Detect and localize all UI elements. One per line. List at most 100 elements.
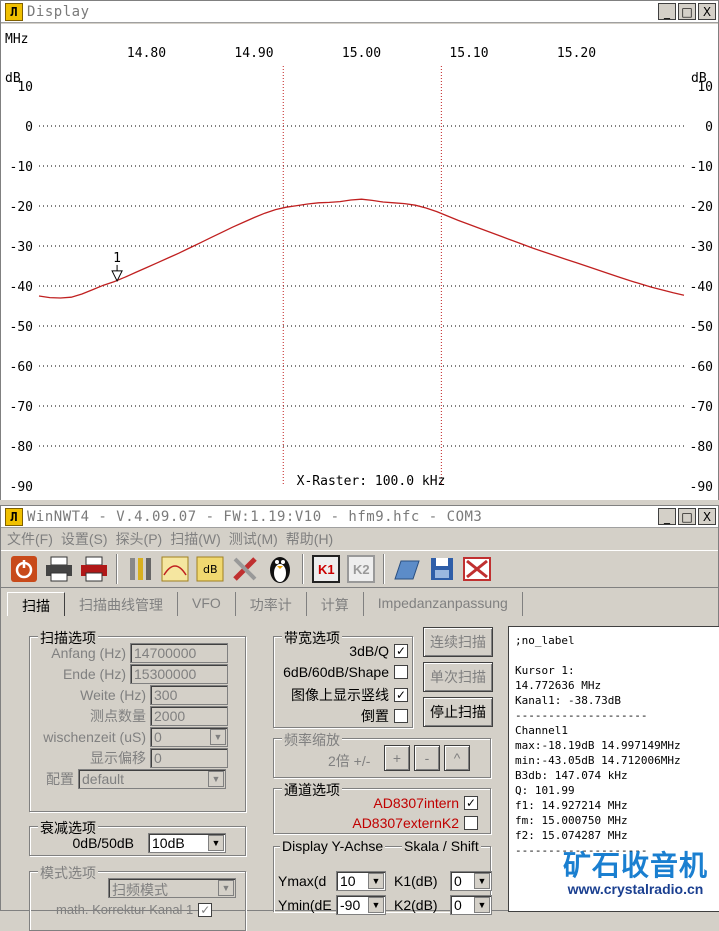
menu-help[interactable]: 帮助(H) bbox=[286, 529, 333, 549]
points-label: 测点数量 bbox=[90, 708, 146, 724]
db-button[interactable]: dB bbox=[195, 554, 225, 584]
step-width-input[interactable]: 300 bbox=[150, 685, 228, 705]
y-tick-label-right: -70 bbox=[690, 400, 713, 415]
open-button[interactable] bbox=[392, 554, 422, 584]
offset-input[interactable]: 0 bbox=[150, 748, 228, 768]
info-line: ;no_label bbox=[515, 634, 575, 647]
chevron-down-icon: ▼ bbox=[474, 873, 490, 889]
chevron-down-icon: ▼ bbox=[368, 873, 384, 889]
math-correction-checkbox[interactable]: ✓ bbox=[198, 902, 213, 917]
x-tick-label: 15.10 bbox=[449, 46, 488, 61]
delete-button[interactable] bbox=[462, 554, 492, 584]
tab-impedance-matching[interactable]: Impedanzanpassung bbox=[364, 592, 523, 616]
penguin-button[interactable] bbox=[265, 554, 295, 584]
channel1-label: AD8307intern bbox=[373, 795, 459, 811]
menu-test[interactable]: 测试(M) bbox=[229, 529, 278, 549]
main-titlebar[interactable]: Л WinNWT4 - V.4.09.07 - FW:1.19:V10 - hf… bbox=[1, 506, 718, 528]
folder-open-icon bbox=[394, 560, 420, 580]
channel-title: 通道选项 bbox=[282, 780, 342, 800]
sweep-curve-button[interactable] bbox=[160, 554, 190, 584]
channel-group: 通道选项 AD8307intern ✓ AD8307externK2 bbox=[273, 780, 491, 834]
tab-sweep[interactable]: 扫描 bbox=[7, 592, 65, 616]
continuous-scan-button[interactable]: 连续扫描 bbox=[423, 627, 493, 657]
close-button[interactable]: X bbox=[698, 3, 716, 20]
width-label: Weite (Hz) bbox=[80, 687, 146, 703]
zoom-plus-button[interactable]: + bbox=[384, 745, 410, 771]
opt-vertical-lines-checkbox[interactable]: ✓ bbox=[394, 688, 408, 702]
zoom-minus-button[interactable]: - bbox=[414, 745, 440, 771]
opt-shape-checkbox[interactable] bbox=[394, 665, 408, 679]
stop-scan-button[interactable]: 停止扫描 bbox=[423, 697, 493, 727]
info-line: B3db: 147.074 kHz bbox=[515, 769, 628, 782]
y-tick-label-left: -30 bbox=[10, 240, 33, 255]
y-tick-label-left: -90 bbox=[10, 480, 33, 495]
tools-button[interactable] bbox=[125, 554, 155, 584]
scan-options-group: 扫描选项 Anfang (Hz) 14700000 Ende (Hz) 1530… bbox=[29, 628, 246, 812]
ymax-select[interactable]: 10 ▼ bbox=[336, 871, 386, 891]
k1-button[interactable]: K1 bbox=[311, 554, 341, 584]
minimize-button[interactable]: _ bbox=[658, 3, 676, 20]
opt-invert-checkbox[interactable] bbox=[394, 709, 408, 723]
x-tick-label: 15.00 bbox=[342, 46, 381, 61]
toolbar-separator bbox=[383, 554, 385, 584]
tab-vfo[interactable]: VFO bbox=[178, 592, 236, 616]
print-color-button[interactable] bbox=[79, 554, 109, 584]
k1-shift-select[interactable]: 0 ▼ bbox=[450, 871, 492, 891]
menu-probe[interactable]: 探头(P) bbox=[116, 529, 163, 549]
scale-shift-title: Skala / Shift bbox=[402, 838, 481, 854]
display-titlebar[interactable]: Л Display _ □ X bbox=[1, 1, 718, 23]
app-logo-icon: Л bbox=[5, 2, 23, 21]
maximize-button[interactable]: □ bbox=[678, 3, 696, 20]
tab-curve-management[interactable]: 扫描曲线管理 bbox=[65, 592, 178, 616]
y-tick-label-right: -20 bbox=[690, 200, 713, 215]
y-tick-label-left: -80 bbox=[10, 440, 33, 455]
power-button[interactable] bbox=[9, 554, 39, 584]
maximize-button[interactable]: □ bbox=[678, 508, 696, 525]
bandwidth-title: 带宽选项 bbox=[282, 628, 342, 648]
mode-value: 扫频模式 bbox=[112, 882, 168, 898]
attenuation-select[interactable]: 10dB ▼ bbox=[148, 833, 226, 853]
sweep-plot[interactable]: 10 10 0 0 -10 -10 -20 -20 -30 -30 -40 -40 -50 -50 -60-… bbox=[1, 24, 718, 500]
print-button[interactable] bbox=[44, 554, 74, 584]
chevron-down-icon: ▼ bbox=[208, 835, 224, 851]
menu-settings[interactable]: 设置(S) bbox=[61, 529, 108, 549]
start-frequency-input[interactable]: 14700000 bbox=[130, 643, 228, 663]
y-unit-label-right: dB bbox=[691, 71, 707, 86]
ymin-select[interactable]: -90 ▼ bbox=[336, 895, 386, 915]
menu-sweep[interactable]: 扫描(W) bbox=[170, 529, 221, 549]
opt-3db-checkbox[interactable]: ✓ bbox=[394, 644, 408, 658]
tab-bar: 扫描 扫描曲线管理 VFO 功率计 计算 Impedanzanpassung bbox=[7, 592, 523, 616]
k1-shift-value: 0 bbox=[454, 873, 462, 889]
opt-invert-label: 倒置 bbox=[361, 708, 389, 724]
points-input[interactable]: 2000 bbox=[150, 706, 228, 726]
menu-file[interactable]: 文件(F) bbox=[7, 529, 53, 549]
close-button[interactable]: X bbox=[698, 508, 716, 525]
minimize-button[interactable]: _ bbox=[658, 508, 676, 525]
end-frequency-input[interactable]: 15300000 bbox=[130, 664, 228, 684]
ymax-label: Ymax(d bbox=[278, 873, 327, 889]
channel2-checkbox[interactable] bbox=[464, 816, 478, 830]
attenuation-group: 衰减选项 0dB/50dB 10dB ▼ bbox=[29, 818, 246, 856]
tab-power-meter[interactable]: 功率计 bbox=[236, 592, 307, 616]
info-line: Channel1 bbox=[515, 724, 568, 737]
x-tick-label: 14.90 bbox=[234, 46, 273, 61]
single-scan-button[interactable]: 单次扫描 bbox=[423, 662, 493, 692]
start-label: Anfang (Hz) bbox=[51, 645, 126, 661]
k2-shift-select[interactable]: 0 ▼ bbox=[450, 895, 492, 915]
opt-3db-label: 3dB/Q bbox=[349, 643, 389, 659]
save-icon bbox=[431, 558, 453, 580]
zoom-center-button[interactable]: ^ bbox=[444, 745, 470, 771]
k1-shift-label: K1(dB) bbox=[394, 873, 438, 889]
main-title: WinNWT4 - V.4.09.07 - FW:1.19:V10 - hfm9… bbox=[27, 508, 483, 525]
k2-button[interactable]: K2 bbox=[346, 554, 376, 584]
wrench-button[interactable] bbox=[230, 554, 260, 584]
chevron-down-icon: ▼ bbox=[218, 880, 234, 896]
mode-select[interactable]: 扫频模式 ▼ bbox=[108, 878, 236, 898]
save-button[interactable] bbox=[427, 554, 457, 584]
wait-time-select[interactable]: 0 ▼ bbox=[150, 727, 228, 747]
channel1-checkbox[interactable]: ✓ bbox=[464, 796, 478, 810]
config-select[interactable]: default ▼ bbox=[78, 769, 226, 789]
penguin-icon bbox=[270, 557, 290, 583]
tab-calculate[interactable]: 计算 bbox=[307, 592, 364, 616]
y-tick-label-right: -60 bbox=[690, 360, 713, 375]
